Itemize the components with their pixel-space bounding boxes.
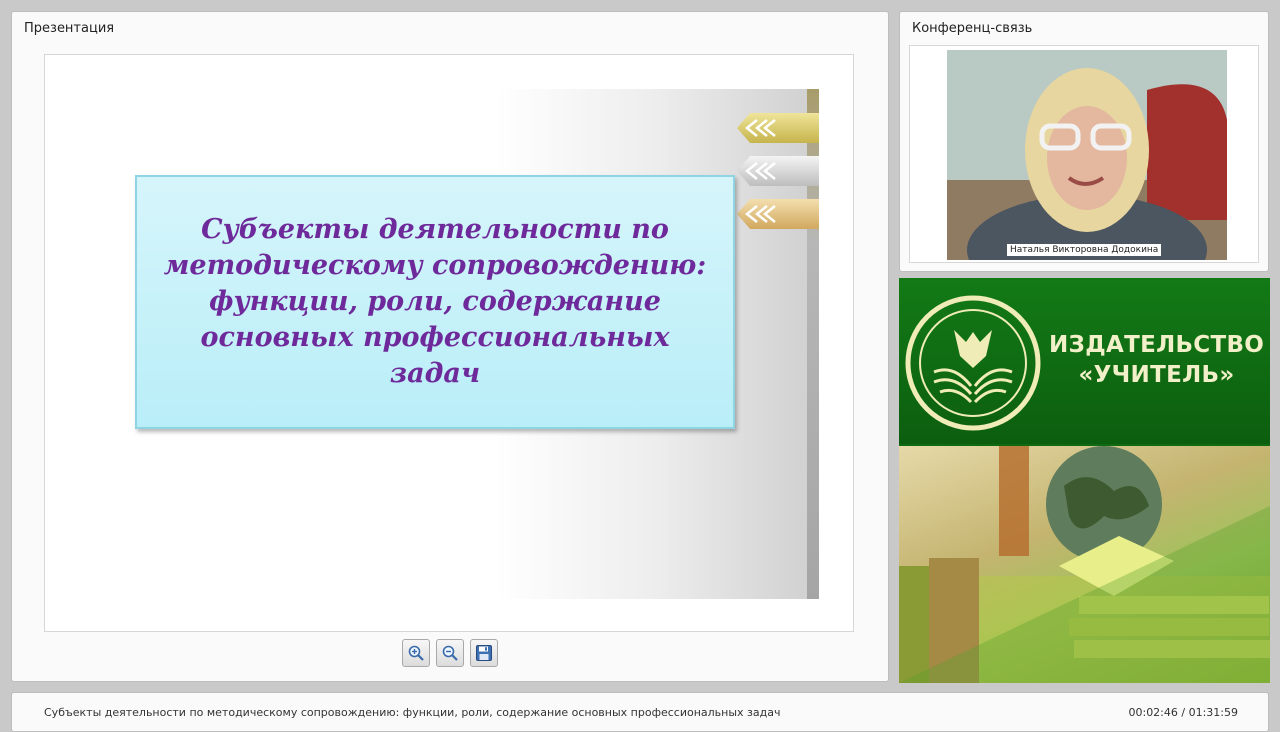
publisher-name-line2: «УЧИТЕЛЬ»: [1078, 362, 1235, 388]
zoom-in-icon: [408, 645, 424, 661]
slide-viewer[interactable]: Субъекты деятельности по методическому с…: [44, 54, 854, 632]
video-frame: Наталья Викторовна Додокина: [909, 45, 1259, 263]
publisher-banner-top: ИЗДАТЕЛЬСТВО «УЧИТЕЛЬ»: [899, 278, 1270, 444]
speaker-portrait-image: [947, 50, 1227, 260]
books-and-globe-image: [899, 446, 1270, 683]
zoom-in-button[interactable]: [402, 639, 430, 667]
presentation-panel: Презентация Субъекты деятельности по мет…: [11, 11, 889, 682]
zoom-out-button[interactable]: [436, 639, 464, 667]
conference-panel-title: Конференц-связь: [912, 21, 1033, 36]
slide-arrow-tab-gold: [737, 113, 819, 143]
save-icon: [476, 645, 492, 661]
speaker-video[interactable]: Наталья Викторовна Додокина: [947, 50, 1227, 260]
publisher-name-line1: ИЗДАТЕЛЬСТВО: [1049, 332, 1265, 358]
slide-title-box: Субъекты деятельности по методическому с…: [135, 175, 735, 429]
speaker-name-label: Наталья Викторовна Додокина: [1007, 244, 1162, 256]
publisher-logo-icon: [905, 295, 1041, 431]
slide: Субъекты деятельности по методическому с…: [83, 89, 819, 599]
save-button[interactable]: [470, 639, 498, 667]
footer-lecture-title: Субъекты деятельности по методическому с…: [44, 706, 781, 719]
publisher-banner-photo: [899, 446, 1270, 683]
publisher-name: ИЗДАТЕЛЬСТВО «УЧИТЕЛЬ»: [1049, 330, 1264, 390]
slide-arrow-tab-bronze: [737, 199, 819, 229]
slide-arrow-tab-silver: [737, 156, 819, 186]
publisher-banner: ИЗДАТЕЛЬСТВО «УЧИТЕЛЬ»: [899, 278, 1270, 683]
footer-bar: Субъекты деятельности по методическому с…: [11, 692, 1269, 732]
zoom-out-icon: [442, 645, 458, 661]
slide-title: Субъекты деятельности по методическому с…: [163, 214, 707, 389]
playback-time: 00:02:46 / 01:31:59: [1128, 706, 1238, 719]
conference-panel: Конференц-связь Наталья Викторовна Додок…: [899, 11, 1269, 272]
presentation-panel-title: Презентация: [24, 21, 115, 36]
